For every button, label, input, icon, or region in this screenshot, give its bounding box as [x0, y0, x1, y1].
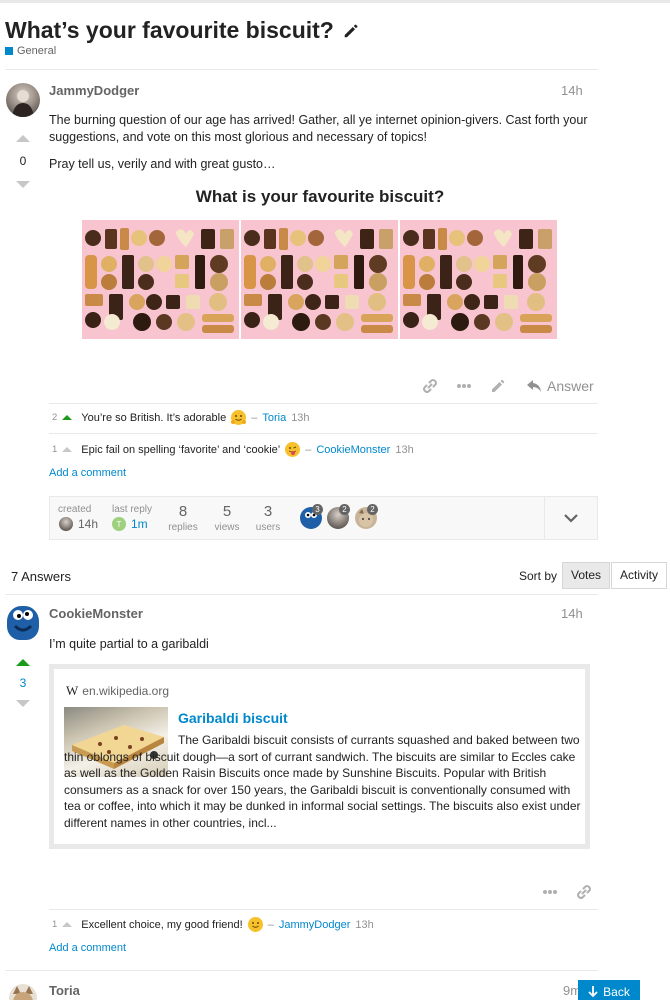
map-created-label: created	[58, 504, 92, 515]
map-views-label: views	[214, 522, 240, 533]
topic-title-text: What’s your favourite biscuit?	[5, 17, 334, 43]
post-username[interactable]: Toria	[49, 983, 80, 998]
participant-post-count: 2	[367, 504, 378, 515]
sort-activity-button[interactable]: Activity	[611, 562, 668, 589]
participant-post-count: 3	[312, 504, 323, 515]
back-button[interactable]: Back	[578, 980, 640, 1000]
post-body-paragraph: The burning question of our age has arri…	[49, 113, 588, 144]
comment-time[interactable]: 13h	[395, 444, 413, 456]
smiling-face-emoji-icon	[247, 917, 263, 932]
comment-vote-count: 2	[52, 412, 58, 423]
comment-upvote-icon[interactable]	[62, 447, 73, 452]
avatar-jammydodger[interactable]	[6, 83, 40, 117]
onebox-source-domain: en.wikipedia.org	[82, 684, 169, 698]
answer-button-label: Answer	[547, 378, 594, 394]
post-username[interactable]: CookieMonster	[49, 606, 143, 621]
edit-title-pencil-icon[interactable]	[342, 22, 360, 40]
comment-time[interactable]: 13h	[291, 412, 309, 424]
chevron-down-icon	[564, 513, 578, 523]
map-views-value: 5	[222, 503, 232, 520]
winking-tongue-emoji-icon	[285, 442, 301, 457]
back-button-label: Back	[603, 984, 630, 999]
comment: 1 Excellent choice, my good friend! – Ja…	[52, 917, 374, 932]
comment-dash: –	[251, 411, 258, 424]
map-users-value: 3	[263, 503, 273, 520]
comment-text: Excellent choice, my good friend!	[81, 918, 243, 931]
post-body-paragraph: Pray tell us, verily and with great gust…	[49, 157, 276, 171]
participant-post-count: 2	[339, 504, 350, 515]
map-users-label: users	[255, 522, 281, 533]
wikipedia-w-icon: W	[66, 683, 79, 698]
add-comment-link[interactable]: Add a comment	[49, 942, 126, 954]
map-last-reply-label: last reply	[112, 504, 153, 515]
map-created[interactable]: 14h	[59, 517, 98, 531]
onebox-source[interactable]: W en.wikipedia.org	[66, 683, 169, 699]
downvote-arrow-icon[interactable]	[16, 700, 30, 707]
answers-count: 7 Answers	[11, 569, 71, 584]
category-badge[interactable]: General	[5, 45, 56, 57]
more-dots-icon[interactable]	[456, 383, 472, 389]
comment-dash: –	[305, 443, 312, 456]
comment-author[interactable]: Toria	[262, 412, 286, 424]
map-last-reply[interactable]: T 1m	[112, 517, 148, 531]
comment: 2 You’re so British. It’s adorable – Tor…	[52, 410, 310, 425]
onebox-excerpt: The Garibaldi biscuit consists of curran…	[64, 733, 581, 830]
more-dots-icon[interactable]	[542, 889, 558, 895]
divider	[49, 403, 598, 404]
hugging-face-emoji-icon	[231, 410, 247, 425]
divider	[5, 970, 598, 971]
map-replies-value: 8	[178, 503, 188, 520]
comment-upvote-icon[interactable]	[62, 922, 73, 927]
comment-dash: –	[267, 918, 274, 931]
category-name: General	[17, 45, 57, 57]
topic-map-expand-button[interactable]	[544, 497, 597, 539]
answer-button[interactable]: Answer	[527, 378, 594, 394]
avatar-cookiemonster[interactable]	[7, 606, 39, 640]
topic-title: What’s your favourite biscuit?	[5, 17, 360, 44]
divider	[49, 433, 598, 434]
comment: 1 Epic fail on spelling ‘favorite’ and ‘…	[52, 442, 414, 457]
post-date[interactable]: 14h	[561, 83, 583, 98]
link-preview-onebox: W en.wikipedia.org Garibaldi biscuit The…	[49, 664, 590, 849]
avatar-toria[interactable]	[9, 984, 37, 1000]
biscuit-image[interactable]	[400, 220, 557, 339]
map-replies-label: replies	[168, 522, 198, 533]
last-reply-avatar: T	[112, 517, 126, 531]
comment-vote-count: 1	[52, 444, 58, 455]
map-last-reply-value: 1m	[131, 517, 148, 531]
post-username[interactable]: JammyDodger	[49, 83, 139, 98]
comment-vote-count: 1	[52, 919, 58, 930]
map-created-value: 14h	[78, 517, 99, 531]
created-avatar	[59, 517, 73, 531]
divider	[5, 69, 598, 70]
reply-arrow-icon	[527, 379, 541, 392]
divider	[5, 594, 598, 595]
upvote-arrow-icon[interactable]	[16, 135, 30, 142]
onebox-title-link[interactable]: Garibaldi biscuit	[178, 710, 288, 726]
divider	[49, 909, 598, 910]
poll-heading: What is your favourite biscuit?	[195, 187, 445, 206]
post-body-paragraph: I’m quite partial to a garibaldi	[49, 637, 209, 651]
comment-text: Epic fail on spelling ‘favorite’ and ‘co…	[81, 443, 281, 456]
add-comment-link[interactable]: Add a comment	[49, 467, 126, 479]
comment-author[interactable]: JammyDodger	[279, 919, 351, 931]
edit-pencil-icon[interactable]	[490, 378, 506, 394]
biscuit-image[interactable]	[241, 220, 398, 339]
post-date[interactable]: 14h	[561, 606, 583, 621]
sort-votes-button[interactable]: Votes	[562, 562, 611, 589]
vote-count: 3	[19, 676, 27, 690]
arrow-down-icon	[588, 985, 598, 997]
topic-map: created 14h last reply T 1m 8 replies 5 …	[49, 496, 598, 540]
comment-time[interactable]: 13h	[355, 919, 373, 931]
vote-count: 0	[19, 154, 27, 168]
category-color-square	[5, 47, 13, 55]
biscuit-image[interactable]	[82, 220, 239, 339]
link-icon[interactable]	[576, 884, 592, 900]
comment-author[interactable]: CookieMonster	[316, 444, 390, 456]
comment-text: You’re so British. It’s adorable	[81, 411, 227, 424]
comment-upvote-icon[interactable]	[62, 415, 73, 420]
upvote-arrow-icon[interactable]	[16, 659, 30, 666]
sort-by-label: Sort by	[519, 569, 558, 583]
link-icon[interactable]	[422, 378, 438, 394]
